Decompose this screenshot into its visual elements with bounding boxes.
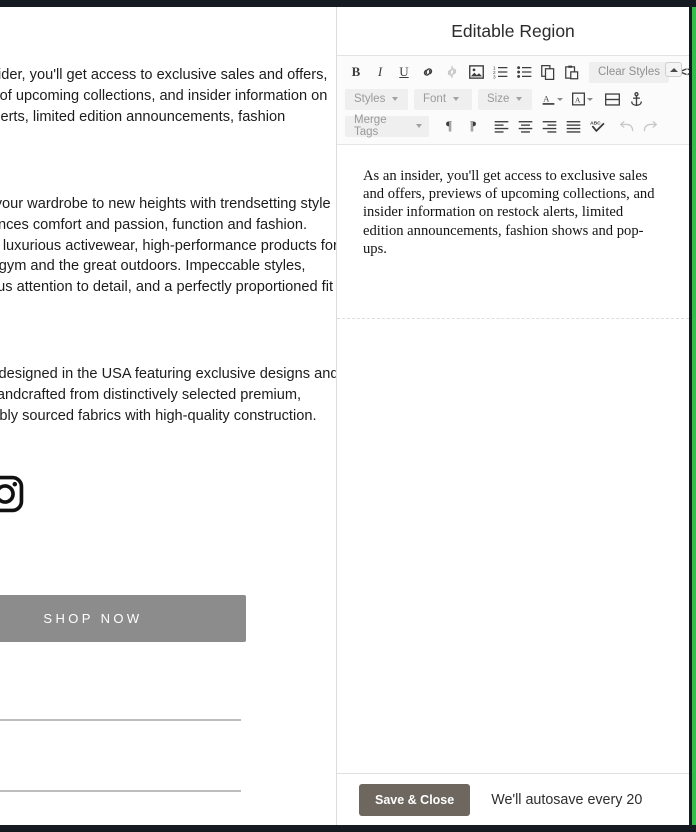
editor-body-text[interactable]: As an insider, you'll get access to excl…	[363, 167, 665, 258]
shop-now-button[interactable]: SHOP NOW	[0, 595, 246, 642]
preview-divider-1	[0, 719, 241, 721]
align-right-icon[interactable]	[538, 116, 560, 137]
italic-icon[interactable]: I	[369, 62, 391, 83]
instagram-icon[interactable]	[0, 473, 26, 520]
underline-icon[interactable]: U	[393, 62, 415, 83]
merge-tags-dropdown[interactable]: Merge Tags	[345, 114, 429, 138]
window-chrome-bottom	[0, 825, 696, 832]
preview-paragraph-2: Elevate your wardrobe to new heights wit…	[0, 196, 336, 296]
font-label: Font	[423, 93, 447, 105]
size-label: Size	[487, 93, 510, 105]
svg-text:A: A	[543, 93, 550, 103]
paragraph-rtl-icon[interactable]: ¶	[462, 116, 484, 137]
toolbar-row-1: B I U 1 2 3 Clear Styles <>	[345, 60, 694, 84]
preview-divider-2	[0, 790, 241, 792]
preview-paragraph-1: As an insider, you'll get access to excl…	[0, 67, 328, 125]
rich-text-toolbar: B I U 1 2 3 Clear Styles <> Styles Font …	[337, 56, 694, 145]
autosave-note: We'll autosave every 20	[491, 791, 643, 808]
window-chrome-top	[0, 0, 696, 7]
chevron-down-icon	[392, 97, 399, 101]
email-preview-pane: As an insider, you'll get access to excl…	[0, 7, 336, 825]
chevron-down-icon[interactable]	[587, 97, 593, 101]
chevron-down-icon	[516, 97, 523, 101]
editor-header: Editable Region	[337, 7, 689, 56]
accent-strip	[692, 7, 696, 825]
image-icon[interactable]	[465, 62, 487, 83]
text-color-icon[interactable]: A	[540, 89, 556, 110]
font-dropdown[interactable]: Font	[414, 88, 472, 110]
table-icon[interactable]	[601, 89, 623, 110]
svg-text:A: A	[574, 95, 580, 104]
pane-divider	[336, 7, 337, 825]
unlink-icon	[441, 62, 463, 83]
paste-icon[interactable]	[561, 62, 583, 83]
preview-paragraph-3: Proudly designed in the USA featuring ex…	[0, 366, 336, 424]
toolbar-row-2: Styles Font Size A A	[345, 87, 681, 111]
link-icon[interactable]	[417, 62, 439, 83]
ordered-list-icon[interactable]: 1 2 3	[489, 62, 511, 83]
editor-screen: As an insider, you'll get access to excl…	[0, 0, 696, 832]
content-section-separator	[337, 318, 689, 319]
justify-icon[interactable]	[562, 116, 584, 137]
toolbar-row-3: Merge Tags ¶ ¶ ABC	[345, 114, 681, 138]
clear-styles-label: Clear Styles	[598, 66, 660, 78]
paragraph-ltr-icon[interactable]: ¶	[438, 116, 460, 137]
svg-text:ABC: ABC	[590, 121, 601, 127]
styles-dropdown[interactable]: Styles	[345, 88, 408, 110]
collapse-toolbar-button[interactable]	[665, 62, 682, 77]
styles-label: Styles	[354, 93, 386, 105]
spellcheck-icon[interactable]: ABC	[586, 116, 610, 137]
chevron-down-icon	[453, 97, 460, 101]
unordered-list-icon[interactable]	[513, 62, 535, 83]
shop-now-label: SHOP NOW	[43, 611, 143, 626]
size-dropdown[interactable]: Size	[478, 88, 532, 110]
copy-icon[interactable]	[537, 62, 559, 83]
editable-region-panel: Editable Region B I U 1 2 3 Clear Styles…	[337, 7, 694, 825]
undo-icon	[615, 116, 637, 137]
align-center-icon[interactable]	[514, 116, 536, 137]
align-left-icon[interactable]	[490, 116, 512, 137]
redo-icon	[639, 116, 661, 137]
merge-tags-label: Merge Tags	[354, 114, 387, 138]
chevron-down-icon[interactable]	[557, 97, 563, 101]
window-chrome-right	[689, 0, 692, 832]
editable-content-area[interactable]: As an insider, you'll get access to excl…	[337, 145, 689, 773]
chevron-up-icon	[669, 67, 678, 72]
save-and-close-button[interactable]: Save & Close	[359, 783, 471, 816]
background-color-icon[interactable]: A	[570, 89, 586, 110]
editor-footer: Save & Close We'll autosave every 20	[337, 773, 689, 825]
clear-styles-button[interactable]: Clear Styles	[589, 61, 669, 83]
page-title: Editable Region	[451, 20, 575, 41]
bold-icon[interactable]: B	[345, 62, 367, 83]
anchor-icon[interactable]	[625, 89, 647, 110]
chevron-down-icon	[416, 124, 422, 128]
svg-text:3: 3	[493, 74, 496, 79]
